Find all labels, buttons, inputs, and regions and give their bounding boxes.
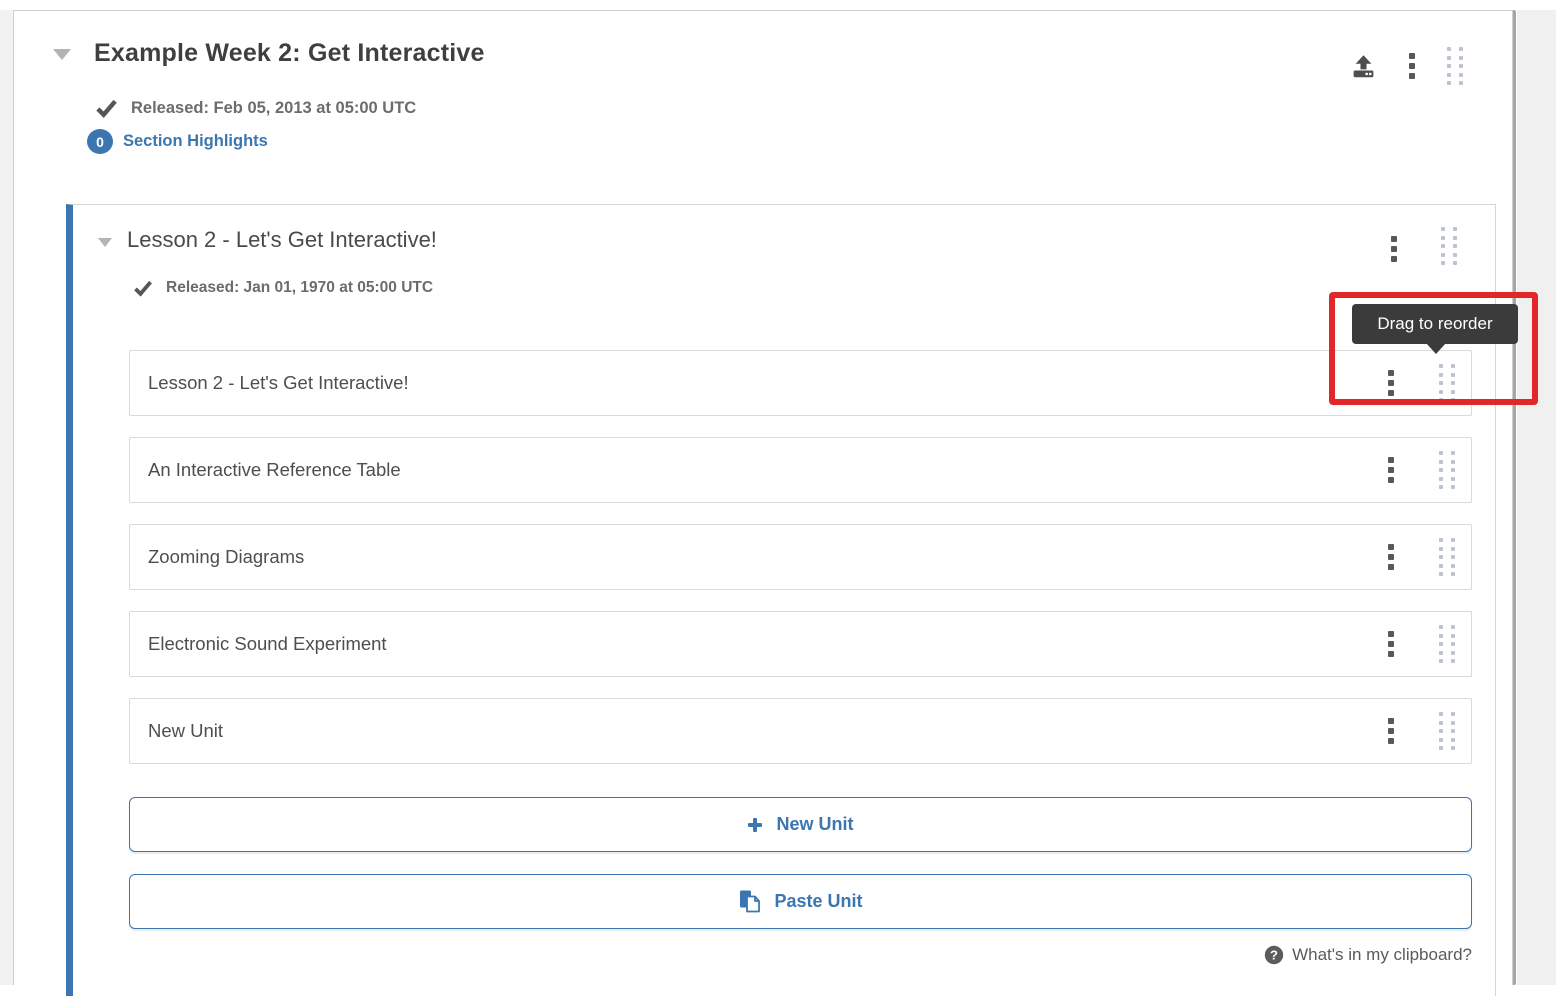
unit-title: An Interactive Reference Table xyxy=(148,459,1388,481)
check-icon xyxy=(95,98,118,118)
new-unit-label: New Unit xyxy=(776,814,853,835)
unit-menu-button[interactable] xyxy=(1388,544,1394,570)
unit-drag-handle-icon[interactable] xyxy=(1439,451,1455,489)
unit-title: Zooming Diagrams xyxy=(148,546,1388,568)
section-highlights-link[interactable]: 0 Section Highlights xyxy=(87,129,268,154)
unit-title: Electronic Sound Experiment xyxy=(148,633,1388,655)
tooltip-arrow xyxy=(1426,343,1446,354)
unit-row[interactable]: An Interactive Reference Table xyxy=(129,437,1472,503)
check-icon xyxy=(133,279,153,297)
ellipsis-v-icon xyxy=(1409,53,1415,79)
unit-row[interactable]: Electronic Sound Experiment xyxy=(129,611,1472,677)
section-card: Example Week 2: Get Interactive Released… xyxy=(13,10,1513,985)
subsection-release-status: Released: Jan 01, 1970 at 05:00 UTC xyxy=(133,279,433,297)
paste-unit-button[interactable]: Paste Unit xyxy=(129,874,1472,929)
subsection-drag-handle-icon[interactable] xyxy=(1441,227,1457,265)
clipboard-help-label: What's in my clipboard? xyxy=(1292,945,1472,965)
subsection-menu-button[interactable] xyxy=(1391,236,1397,262)
unit-menu-button[interactable] xyxy=(1388,457,1394,483)
section-release-status: Released: Feb 05, 2013 at 05:00 UTC xyxy=(95,98,416,118)
new-unit-button[interactable]: New Unit xyxy=(129,797,1472,852)
unit-menu-button[interactable] xyxy=(1388,718,1394,744)
unit-row[interactable]: New Unit xyxy=(129,698,1472,764)
unit-drag-handle-icon[interactable] xyxy=(1439,712,1455,750)
subsection-card: Lesson 2 - Let's Get Interactive! Releas… xyxy=(66,204,1496,996)
unit-menu-button[interactable] xyxy=(1388,631,1394,657)
clipboard-help-link[interactable]: ? What's in my clipboard? xyxy=(1264,945,1472,965)
subsection-collapse-caret-icon[interactable] xyxy=(98,238,112,247)
unit-drag-handle-icon[interactable] xyxy=(1439,364,1455,402)
section-title: Example Week 2: Get Interactive xyxy=(94,39,485,68)
upload-icon xyxy=(1350,53,1377,80)
paste-unit-label: Paste Unit xyxy=(774,891,862,912)
page-gutter-left xyxy=(0,10,13,985)
subsection-release-text: Released: Jan 01, 1970 at 05:00 UTC xyxy=(166,279,433,297)
highlights-label: Section Highlights xyxy=(123,132,268,151)
ellipsis-v-icon xyxy=(1391,236,1397,262)
unit-menu-button[interactable] xyxy=(1388,370,1394,396)
section-drag-handle-icon[interactable] xyxy=(1447,47,1463,85)
subsection-title: Lesson 2 - Let's Get Interactive! xyxy=(127,227,437,253)
help-icon: ? xyxy=(1264,945,1284,965)
drag-to-reorder-tooltip: Drag to reorder xyxy=(1352,304,1518,344)
svg-text:?: ? xyxy=(1270,947,1278,962)
section-release-text: Released: Feb 05, 2013 at 05:00 UTC xyxy=(131,99,416,118)
section-menu-button[interactable] xyxy=(1409,53,1415,79)
unit-row[interactable]: Lesson 2 - Let's Get Interactive! xyxy=(129,350,1472,416)
tooltip-label: Drag to reorder xyxy=(1377,314,1492,334)
export-section-button[interactable] xyxy=(1350,53,1377,80)
unit-title: Lesson 2 - Let's Get Interactive! xyxy=(148,372,1388,394)
unit-drag-handle-icon[interactable] xyxy=(1439,625,1455,663)
plus-icon xyxy=(747,817,763,833)
section-actions xyxy=(1350,47,1463,85)
unit-title: New Unit xyxy=(148,720,1388,742)
unit-row[interactable]: Zooming Diagrams xyxy=(129,524,1472,590)
page-gutter-right xyxy=(1517,10,1556,985)
unit-drag-handle-icon[interactable] xyxy=(1439,538,1455,576)
highlights-count-badge: 0 xyxy=(87,129,113,154)
paste-icon xyxy=(738,889,761,914)
section-collapse-caret-icon[interactable] xyxy=(53,49,71,60)
